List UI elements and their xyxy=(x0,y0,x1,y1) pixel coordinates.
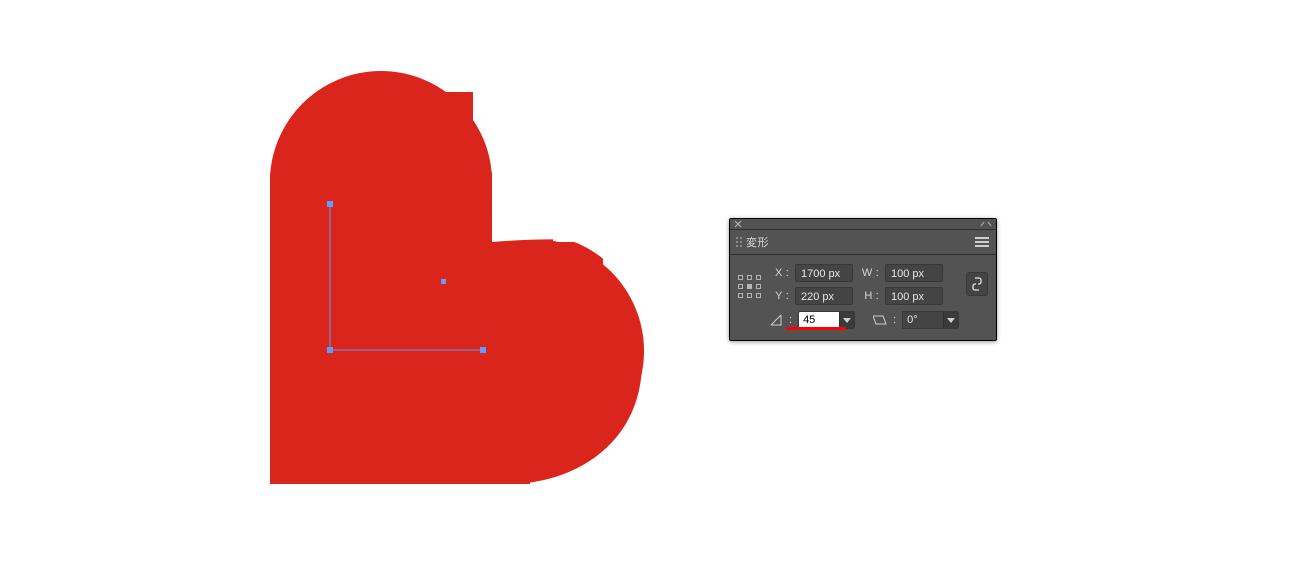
shear-colon: : xyxy=(893,314,896,326)
rotate-field[interactable] xyxy=(798,311,855,329)
selection-handle-top[interactable] xyxy=(327,201,333,207)
shear-input[interactable] xyxy=(903,312,943,328)
h-label: H : xyxy=(859,290,879,302)
rotate-input[interactable] xyxy=(799,312,839,328)
panel-title: 変形 xyxy=(746,234,769,250)
refpoint-bl[interactable] xyxy=(738,293,743,298)
refpoint-ml[interactable] xyxy=(738,284,743,289)
rotate-colon: : xyxy=(789,314,792,326)
shear-dropdown-button[interactable] xyxy=(943,312,958,328)
refpoint-tr[interactable] xyxy=(756,275,761,280)
artboard[interactable] xyxy=(0,0,1310,570)
h-field[interactable]: 100 px xyxy=(885,287,943,305)
reference-point-widget[interactable] xyxy=(738,275,762,299)
close-icon[interactable] xyxy=(734,220,742,228)
x-label: X : xyxy=(769,267,789,279)
w-label: W : xyxy=(859,267,879,279)
x-field[interactable]: 1700 px xyxy=(795,264,853,282)
refpoint-tc[interactable] xyxy=(747,275,752,280)
panel-body: X : 1700 px W : 100 px Y : 220 px H : 10… xyxy=(730,255,996,340)
heart-shape[interactable] xyxy=(240,70,660,520)
shear-field[interactable] xyxy=(902,311,959,329)
refpoint-mc[interactable] xyxy=(747,284,752,289)
link-icon xyxy=(972,277,982,291)
heart-top-lobe-final xyxy=(270,71,492,293)
refpoint-br[interactable] xyxy=(756,293,761,298)
transform-panel[interactable]: 変形 xyxy=(729,218,997,341)
panel-drag-grip-icon[interactable] xyxy=(736,237,742,247)
collapse-icon[interactable] xyxy=(980,221,992,227)
panel-control-bar xyxy=(730,219,996,230)
y-label: Y : xyxy=(769,290,789,302)
panel-menu-icon[interactable] xyxy=(975,237,989,247)
selection-handle-corner[interactable] xyxy=(327,347,333,353)
panel-title-bar[interactable]: 変形 xyxy=(730,230,996,255)
shear-icon xyxy=(873,313,887,327)
selection-center-point[interactable] xyxy=(441,279,446,284)
constrain-proportions-button[interactable] xyxy=(966,272,988,296)
refpoint-mr[interactable] xyxy=(756,284,761,289)
selection-handle-right[interactable] xyxy=(480,347,486,353)
rotate-dropdown-button[interactable] xyxy=(839,312,854,328)
refpoint-tl[interactable] xyxy=(738,275,743,280)
rotate-icon xyxy=(769,313,783,327)
w-field[interactable]: 100 px xyxy=(885,264,943,282)
y-field[interactable]: 220 px xyxy=(795,287,853,305)
refpoint-bc[interactable] xyxy=(747,293,752,298)
